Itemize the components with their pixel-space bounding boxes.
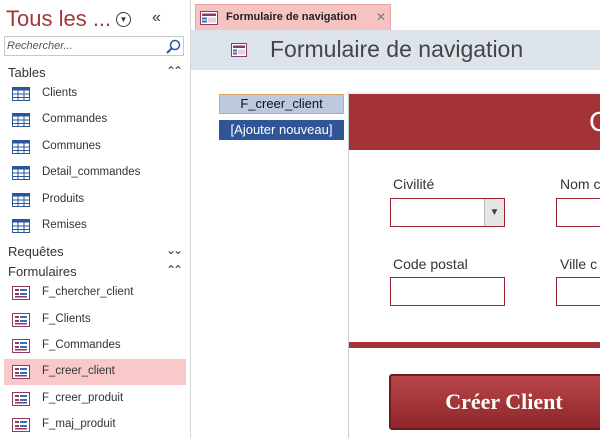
table-icon — [12, 166, 30, 180]
form-header: Formulaire de navigation — [191, 30, 600, 70]
nav-item-label: F_Clients — [42, 313, 91, 325]
civilite-select[interactable]: ▼ — [390, 198, 505, 227]
nom-label: Nom c — [560, 176, 600, 192]
nav-item-remises[interactable]: Remises — [4, 213, 186, 239]
nav-item-label: F_creer_client — [42, 365, 115, 377]
form-icon — [12, 313, 30, 327]
table-icon — [12, 113, 30, 127]
nav-button-f-creer-client[interactable]: F_creer_client — [219, 94, 344, 114]
page-title: Formulaire de navigation — [270, 36, 524, 62]
tab-label: Formulaire de navigation — [226, 11, 357, 23]
add-new-nav-button[interactable]: [Ajouter nouveau] — [219, 120, 344, 140]
code-postal-label: Code postal — [393, 256, 468, 272]
nav-item-label: Clients — [42, 87, 78, 99]
nav-item-f-maj-produit[interactable]: F_maj_produit — [4, 412, 186, 438]
subform-title: C — [589, 106, 600, 138]
nav-item-communes[interactable]: Communes — [4, 134, 186, 160]
subform-detail: Civilité ▼ Nom c Code postal Ville c — [349, 150, 600, 342]
group-label: Tables — [8, 65, 46, 80]
expand-group-icon[interactable]: ⌄⌄ — [166, 243, 183, 257]
nav-item-label: Detail_commandes — [42, 166, 141, 178]
ville-field[interactable] — [556, 277, 600, 306]
navigation-pane: Tous les ... ▼ « Tables ⌃⌃ Clients Comma… — [0, 0, 191, 438]
nav-item-label: Produits — [42, 193, 85, 205]
chevron-down-icon[interactable]: ▼ — [484, 199, 504, 226]
collapse-group-icon[interactable]: ⌃⌃ — [166, 263, 183, 277]
group-header-forms[interactable]: Formulaires ⌃⌃ — [0, 263, 190, 281]
nav-item-label: F_Commandes — [42, 339, 121, 351]
nav-item-label: F_creer_produit — [42, 392, 124, 404]
nav-item-f-commandes[interactable]: F_Commandes — [4, 333, 186, 359]
nav-item-f-clients[interactable]: F_Clients — [4, 307, 186, 333]
nav-item-f-chercher-client[interactable]: F_chercher_client — [4, 280, 186, 306]
code-postal-field[interactable] — [390, 277, 505, 306]
table-icon — [12, 87, 30, 101]
nav-item-label: F_maj_produit — [42, 418, 116, 430]
group-label: Requêtes — [8, 244, 64, 259]
nav-item-produits[interactable]: Produits — [4, 187, 186, 213]
collapse-pane-icon[interactable]: « — [152, 9, 161, 27]
close-icon[interactable]: ✕ — [376, 10, 386, 24]
navigation-subform: C Civilité ▼ Nom c Code postal Ville c C… — [348, 92, 600, 438]
chevron-down-icon[interactable]: ▼ — [116, 12, 131, 27]
nav-item-clients[interactable]: Clients — [4, 81, 186, 107]
group-header-queries[interactable]: Requêtes ⌄⌄ — [0, 243, 190, 261]
navigation-form-icon — [200, 11, 218, 25]
table-icon — [12, 219, 30, 233]
civilite-label: Civilité — [393, 176, 435, 192]
nav-pane-title[interactable]: Tous les ... — [6, 6, 111, 32]
form-header-icon — [231, 43, 247, 57]
form-icon — [12, 392, 30, 406]
form-body: F_creer_client [Ajouter nouveau] C Civil… — [191, 70, 600, 438]
nav-item-label: Commandes — [42, 113, 108, 125]
navigation-form: Formulaire de navigation F_creer_client … — [191, 30, 600, 438]
document-tab-strip: Formulaire de navigation ✕ — [191, 0, 600, 30]
form-icon — [12, 286, 30, 300]
form-icon — [12, 365, 30, 379]
subform-footer: Créer Client — [349, 348, 600, 438]
table-icon — [12, 193, 30, 207]
create-client-button[interactable]: Créer Client — [389, 374, 600, 430]
table-icon — [12, 140, 30, 154]
nav-item-detail-commandes[interactable]: Detail_commandes — [4, 160, 186, 186]
search-icon[interactable] — [165, 39, 181, 55]
group-header-tables[interactable]: Tables ⌃⌃ — [0, 64, 190, 82]
nav-item-f-creer-client[interactable]: F_creer_client — [4, 359, 186, 385]
form-icon — [12, 418, 30, 432]
nav-item-label: F_chercher_client — [42, 286, 134, 298]
nav-search-box — [4, 36, 184, 56]
group-label: Formulaires — [8, 264, 77, 279]
form-icon — [12, 339, 30, 353]
nav-item-commandes[interactable]: Commandes — [4, 107, 186, 133]
nom-field[interactable] — [556, 198, 600, 227]
nav-item-label: Remises — [42, 219, 87, 231]
ville-label: Ville c — [560, 256, 598, 272]
nav-item-f-creer-produit[interactable]: F_creer_produit — [4, 386, 186, 412]
tab-formulaire-de-navigation[interactable]: Formulaire de navigation ✕ — [195, 4, 391, 30]
nav-item-label: Communes — [42, 140, 101, 152]
search-input[interactable] — [7, 38, 162, 54]
collapse-group-icon[interactable]: ⌃⌃ — [166, 64, 183, 78]
subform-header: C — [349, 94, 600, 150]
